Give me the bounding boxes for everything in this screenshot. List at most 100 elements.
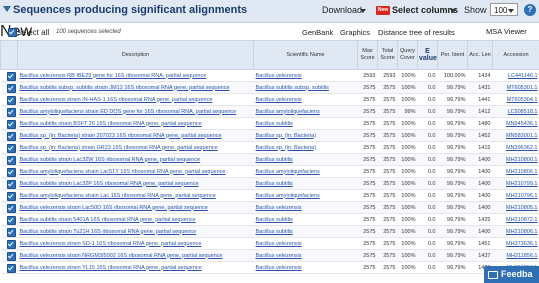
row-checkbox[interactable] xyxy=(7,228,16,237)
row-checkbox[interactable] xyxy=(7,132,16,141)
scientific-name-link[interactable]: Bacillus velezensis xyxy=(256,73,302,79)
select-all-label[interactable]: select all xyxy=(18,28,49,37)
msa-viewer-link[interactable]: MSA Viewer xyxy=(486,27,527,36)
scientific-name-link[interactable]: Bacillus amyloliquefaciens xyxy=(256,169,320,175)
download-menu[interactable]: Download xyxy=(322,5,362,15)
feedback-button[interactable]: Feedba xyxy=(484,266,539,283)
accession-link[interactable]: LC441146.1 xyxy=(508,73,538,79)
accession-link[interactable]: MH211856.1 xyxy=(506,253,537,259)
scientific-name-link[interactable]: Bacillus subtilis xyxy=(256,229,293,235)
query-cover-cell: 100% xyxy=(398,190,418,202)
scientific-name-link[interactable]: Bacillus amyloliquefaciens xyxy=(256,193,320,199)
description-link[interactable]: Bacillus amyloliquefaciens strain Lac51Y… xyxy=(20,169,226,175)
collapse-caret-icon[interactable] xyxy=(3,6,11,12)
scientific-name-link[interactable]: Bacillus amyloliquefaciens xyxy=(256,109,320,115)
row-checkbox[interactable] xyxy=(7,156,16,165)
scientific-name-link[interactable]: Bacillus velezensis xyxy=(256,241,302,247)
col-query-cover[interactable]: Query Cover xyxy=(398,41,418,70)
col-total-score[interactable]: Total Score xyxy=(378,41,398,70)
graphics-link[interactable]: Graphics xyxy=(340,28,370,37)
col-e-value[interactable]: E value xyxy=(418,41,438,70)
row-checkbox[interactable] xyxy=(7,204,16,213)
row-checkbox[interactable] xyxy=(7,108,16,117)
description-link[interactable]: Bacillus sp. (in: Bacteria) strain 20702… xyxy=(20,133,222,139)
accession-link[interactable]: MH210800.1 xyxy=(506,157,538,163)
per-ident-cell: 99.79% xyxy=(438,262,468,274)
accession-link[interactable]: MN396362.1 xyxy=(506,145,538,151)
description-link[interactable]: Bacillus velezensis strain NRGM3/5002 16… xyxy=(20,253,223,259)
total-score-cell: 2575 xyxy=(378,214,398,226)
scientific-name-link[interactable]: Bacillus sp. (in: Bacteria) xyxy=(256,133,317,139)
accession-link[interactable]: MH210806.1 xyxy=(506,229,538,235)
row-checkbox[interactable] xyxy=(7,192,16,201)
description-link[interactable]: Bacillus velezensis strain YL15 16S ribo… xyxy=(20,265,202,271)
genbank-link[interactable]: GenBank xyxy=(302,28,333,37)
description-link[interactable]: Bacillus subtilis strain BSFT 26 16S rib… xyxy=(20,121,202,127)
help-icon[interactable]: ? xyxy=(524,4,536,16)
row-checkbox[interactable] xyxy=(7,216,16,225)
description-link[interactable]: Bacillus velezensis RB IBE29 gene for 16… xyxy=(20,73,207,79)
col-max-score[interactable]: Max Score xyxy=(358,41,378,70)
scientific-name-link[interactable]: Bacillus velezensis xyxy=(256,97,302,103)
description-cell: Bacillus subtilis strain 5401A 16S ribos… xyxy=(18,214,254,226)
col-acc-len[interactable]: Acc. Len xyxy=(468,41,493,70)
scientific-name-link[interactable]: Bacillus sp. (in: Bacteria) xyxy=(256,145,317,151)
scientific-name-link[interactable]: Bacillus subtilis xyxy=(256,121,293,127)
accession-link[interactable]: MH210799.1 xyxy=(506,181,538,187)
select-columns-menu[interactable]: Select columns xyxy=(392,5,458,15)
col-scientific-name[interactable]: Scientific Name xyxy=(254,41,358,70)
accession-link[interactable]: MH210796.1 xyxy=(506,193,538,199)
description-link[interactable]: Bacillus subtilis subsp. subtilis strain… xyxy=(20,85,230,91)
description-link[interactable]: Bacillus subtilis strain Lac32P 16S ribo… xyxy=(20,181,199,187)
row-checkbox[interactable] xyxy=(7,180,16,189)
col-accession[interactable]: Accession xyxy=(493,41,539,70)
row-checkbox[interactable] xyxy=(7,168,16,177)
description-link[interactable]: Bacillus sp. (in: Bacteria) strain GR23 … xyxy=(20,145,218,151)
e-value-cell: 0.0 xyxy=(418,238,438,250)
description-link[interactable]: Bacillus amyloliquefaciens strain Lac 16… xyxy=(20,193,216,199)
scientific-name-link[interactable]: Bacillus subtilis xyxy=(256,217,293,223)
accession-link[interactable]: MN945436.1 xyxy=(506,121,538,127)
row-checkbox[interactable] xyxy=(7,252,16,261)
accession-link[interactable]: MT605304.1 xyxy=(507,97,538,103)
col-description[interactable]: Description xyxy=(18,41,254,70)
row-checkbox[interactable] xyxy=(7,72,16,81)
acc-len-cell: 1451 xyxy=(468,238,493,250)
col-per-ident[interactable]: Per. Ident xyxy=(438,41,468,70)
scientific-name-link[interactable]: Bacillus subtilis subsp. subtilis xyxy=(256,85,329,91)
accession-link[interactable]: MH210806.1 xyxy=(506,169,538,175)
accession-link[interactable]: MH373636.1 xyxy=(506,241,538,247)
row-checkbox[interactable] xyxy=(7,240,16,249)
accession-link[interactable]: MH210805.1 xyxy=(506,205,538,211)
accession-link[interactable]: MN583001.1 xyxy=(506,133,538,139)
scientific-name-link[interactable]: Bacillus velezensis xyxy=(256,205,302,211)
scientific-name-link[interactable]: Bacillus subtilis xyxy=(256,157,293,163)
row-checkbox[interactable] xyxy=(7,264,16,273)
accession-link[interactable]: MT605301.1 xyxy=(507,85,538,91)
row-checkbox[interactable] xyxy=(7,120,16,129)
accession-cell: MN583001.1 xyxy=(493,130,539,142)
accession-cell: MH210799.1 xyxy=(493,178,539,190)
scientific-name-link[interactable]: Bacillus velezensis xyxy=(256,265,302,271)
description-link[interactable]: Bacillus velezensis strain Lac50D 16S ri… xyxy=(20,205,208,211)
row-checkbox[interactable] xyxy=(7,96,16,105)
accession-link[interactable]: LC508518.1 xyxy=(508,109,538,115)
distance-tree-link[interactable]: Distance tree of results xyxy=(378,28,455,37)
description-link[interactable]: Bacillus velezensis strain IN-HAS-1 16S … xyxy=(20,97,213,103)
row-checkbox[interactable] xyxy=(7,144,16,153)
description-link[interactable]: Bacillus subtilis strain Lac32W 16S ribo… xyxy=(20,157,201,163)
scientific-name-link[interactable]: Bacillus subtilis xyxy=(256,181,293,187)
description-link[interactable]: Bacillus subtilis strain Tu21H 16S ribos… xyxy=(20,229,197,235)
acc-len-cell: 1424 xyxy=(468,70,493,82)
show-count-select[interactable]: 100 xyxy=(490,3,518,16)
scientific-name-link[interactable]: Bacillus velezensis xyxy=(256,253,302,259)
accession-link[interactable]: MH210872.1 xyxy=(506,217,538,223)
description-link[interactable]: Bacillus amyloliquefaciens strain ED DOS… xyxy=(20,109,237,115)
download-dropdown-icon[interactable] xyxy=(360,9,366,13)
description-link[interactable]: Bacillus velezensis strain SD-1 16S ribo… xyxy=(20,241,202,247)
select-all-checkbox[interactable] xyxy=(8,28,17,37)
row-checkbox[interactable] xyxy=(7,84,16,93)
row-checkbox-cell xyxy=(1,250,18,262)
description-link[interactable]: Bacillus subtilis strain 5401A 16S ribos… xyxy=(20,217,196,223)
select-columns-dropdown-icon[interactable] xyxy=(450,9,456,13)
